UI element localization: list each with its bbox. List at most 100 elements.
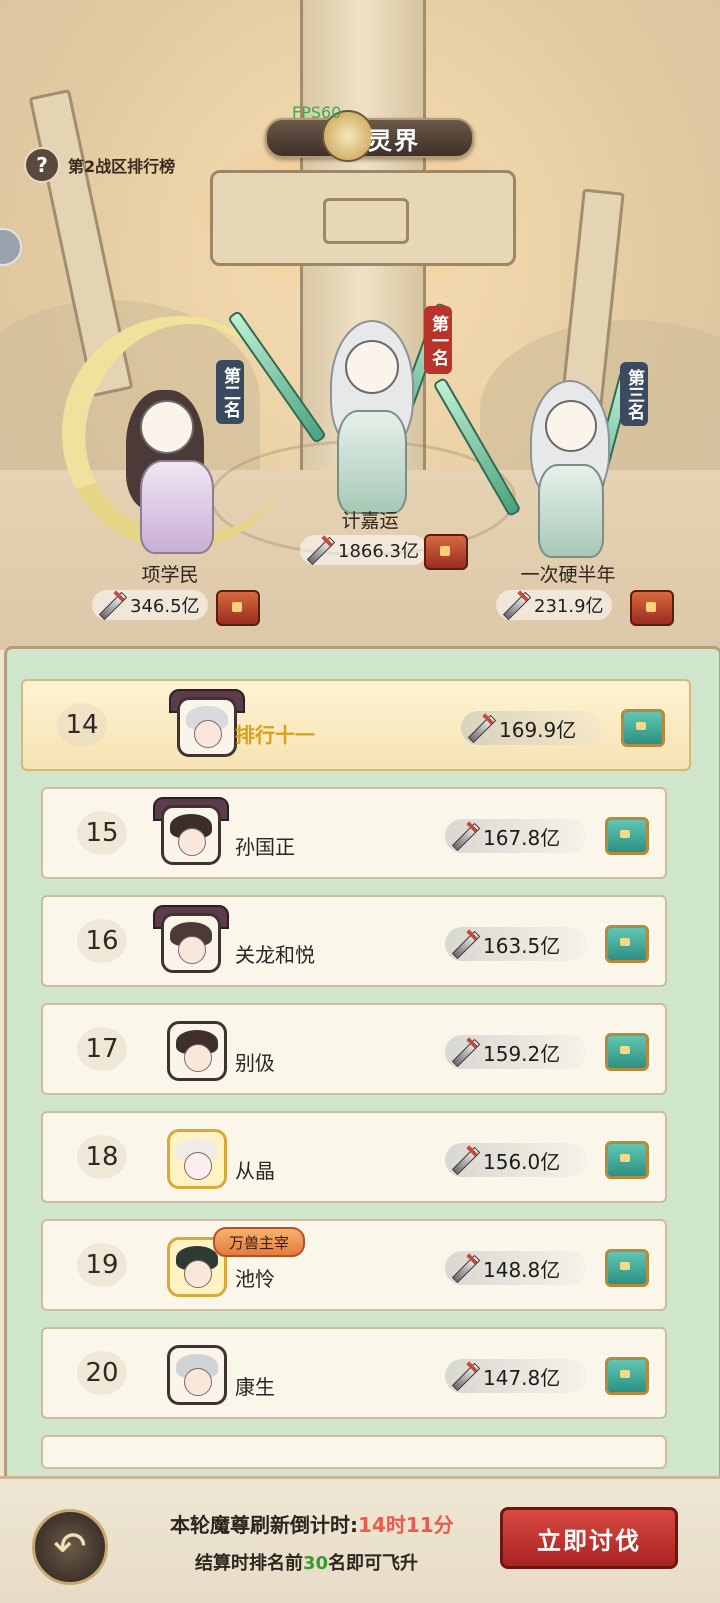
rank-number: 18 [77, 1135, 127, 1179]
player-power: 169.9亿 [461, 711, 603, 745]
player-name: 关龙和悦 [235, 943, 315, 967]
reward-chest-icon[interactable] [605, 817, 649, 855]
avatar[interactable] [167, 1129, 227, 1189]
podium-scene: 灵界 FPS60 ? 第2战区排行榜 第二名 项学民 346.5亿 第一名 计嘉… [0, 0, 720, 650]
second-place-chest-icon[interactable] [216, 590, 260, 626]
third-place-name: 一次硬半年 [520, 564, 616, 586]
power-value: 231.9亿 [534, 596, 604, 617]
table-row[interactable]: 17 别伋 159.2亿 [41, 1003, 667, 1095]
power-sword-icon [449, 1145, 479, 1175]
avatar-face [184, 1152, 212, 1180]
power-value: 148.8亿 [483, 1257, 561, 1282]
player-power: 159.2亿 [445, 1035, 587, 1069]
power-value: 156.0亿 [483, 1149, 561, 1174]
power-sword-icon [465, 713, 495, 743]
avatar-face [184, 1260, 212, 1288]
player-name: 池怜 [235, 1267, 275, 1291]
power-value: 147.8亿 [483, 1365, 561, 1390]
question-icon[interactable]: ? [24, 147, 60, 183]
realm-title: 灵界 [368, 127, 420, 155]
help-ranking[interactable]: ? 第2战区排行榜 [24, 147, 176, 183]
power-value: 1866.3亿 [338, 541, 419, 562]
zone-ranking-label: 第2战区排行榜 [68, 157, 176, 176]
power-sword-icon [96, 590, 126, 620]
player-power: 148.8亿 [445, 1251, 587, 1285]
avatar[interactable] [167, 1021, 227, 1081]
first-place-chest-icon[interactable] [424, 534, 468, 570]
challenge-now-button[interactable]: 立即讨伐 [500, 1507, 678, 1569]
first-place-tag: 第一名 [424, 306, 452, 374]
table-row[interactable]: 19 万兽主宰 池怜 148.8亿 [41, 1219, 667, 1311]
avatar-face [178, 936, 206, 964]
reward-chest-icon[interactable] [605, 1249, 649, 1287]
power-sword-icon [304, 535, 334, 565]
countdown-value: 14时11分 [358, 1513, 454, 1537]
avatar-face [184, 1044, 212, 1072]
player-power: 167.8亿 [445, 819, 587, 853]
avatar-face [194, 720, 222, 748]
player-name: 康生 [235, 1375, 275, 1399]
power-sword-icon [449, 1253, 479, 1283]
character-robe [140, 460, 214, 554]
rule-suffix: 名即可飞升 [328, 1553, 419, 1574]
character-head [545, 400, 597, 452]
rank-number: 17 [77, 1027, 127, 1071]
ranking-list[interactable]: 14 排行十一 169.9亿 15 孙国正 167.8亿 16 关龙和悦 163… [4, 646, 720, 1482]
second-place-name: 项学民 [141, 564, 199, 586]
reward-chest-icon[interactable] [605, 1033, 649, 1071]
fps-counter: FPS60 [292, 103, 342, 122]
player-name: 排行十一 [235, 723, 315, 747]
table-row[interactable]: 18 从晶 156.0亿 [41, 1111, 667, 1203]
third-place-character[interactable] [520, 380, 620, 560]
power-sword-icon [449, 821, 479, 851]
second-place-power: 346.5亿 [92, 590, 208, 620]
rule-number: 30 [303, 1553, 329, 1574]
player-power: 156.0亿 [445, 1143, 587, 1177]
first-place-power: 1866.3亿 [300, 535, 427, 565]
rule-prefix: 结算时排名前 [195, 1553, 303, 1574]
character-head [140, 400, 194, 454]
rank-number: 15 [77, 811, 127, 855]
refresh-countdown: 本轮魔尊刷新倒计时:14时11分 [170, 1509, 454, 1538]
second-place-tag: 第二名 [216, 360, 244, 424]
rank-number: 16 [77, 919, 127, 963]
table-row[interactable]: 20 康生 147.8亿 [41, 1327, 667, 1419]
power-value: 346.5亿 [130, 596, 200, 617]
side-tab-button[interactable] [0, 228, 22, 266]
table-row[interactable]: 15 孙国正 167.8亿 [41, 787, 667, 879]
power-value: 159.2亿 [483, 1041, 561, 1066]
table-row[interactable]: 14 排行十一 169.9亿 [21, 679, 691, 771]
character-head [345, 340, 399, 394]
first-place-character[interactable] [315, 320, 425, 520]
character-robe [538, 464, 604, 558]
avatar[interactable] [167, 1345, 227, 1405]
avatar[interactable] [161, 913, 221, 973]
rank-number: 19 [77, 1243, 127, 1287]
player-name: 别伋 [235, 1051, 275, 1075]
table-row[interactable] [41, 1435, 667, 1469]
third-place-power: 231.9亿 [496, 590, 612, 620]
reward-chest-icon[interactable] [621, 709, 665, 747]
reward-chest-icon[interactable] [605, 1357, 649, 1395]
third-place-tag: 第三名 [620, 362, 648, 426]
giant-sword-guard [210, 170, 516, 266]
power-value: 167.8亿 [483, 825, 561, 850]
third-place-chest-icon[interactable] [630, 590, 674, 626]
power-sword-icon [500, 590, 530, 620]
reward-chest-icon[interactable] [605, 1141, 649, 1179]
rank-number: 20 [77, 1351, 127, 1395]
avatar[interactable] [161, 805, 221, 865]
player-name: 从晶 [235, 1159, 275, 1183]
player-power: 163.5亿 [445, 927, 587, 961]
table-row[interactable]: 16 关龙和悦 163.5亿 [41, 895, 667, 987]
reward-chest-icon[interactable] [605, 925, 649, 963]
back-arrow-icon[interactable]: ↶ [32, 1509, 108, 1585]
player-name: 孙国正 [235, 835, 295, 859]
first-place-name: 计嘉运 [341, 510, 399, 532]
avatar[interactable] [177, 697, 237, 757]
countdown-label: 本轮魔尊刷新倒计时: [170, 1513, 358, 1537]
title-badge: 万兽主宰 [213, 1227, 306, 1257]
avatar-face [184, 1368, 212, 1396]
avatar-face [178, 828, 206, 856]
power-sword-icon [449, 1361, 479, 1391]
